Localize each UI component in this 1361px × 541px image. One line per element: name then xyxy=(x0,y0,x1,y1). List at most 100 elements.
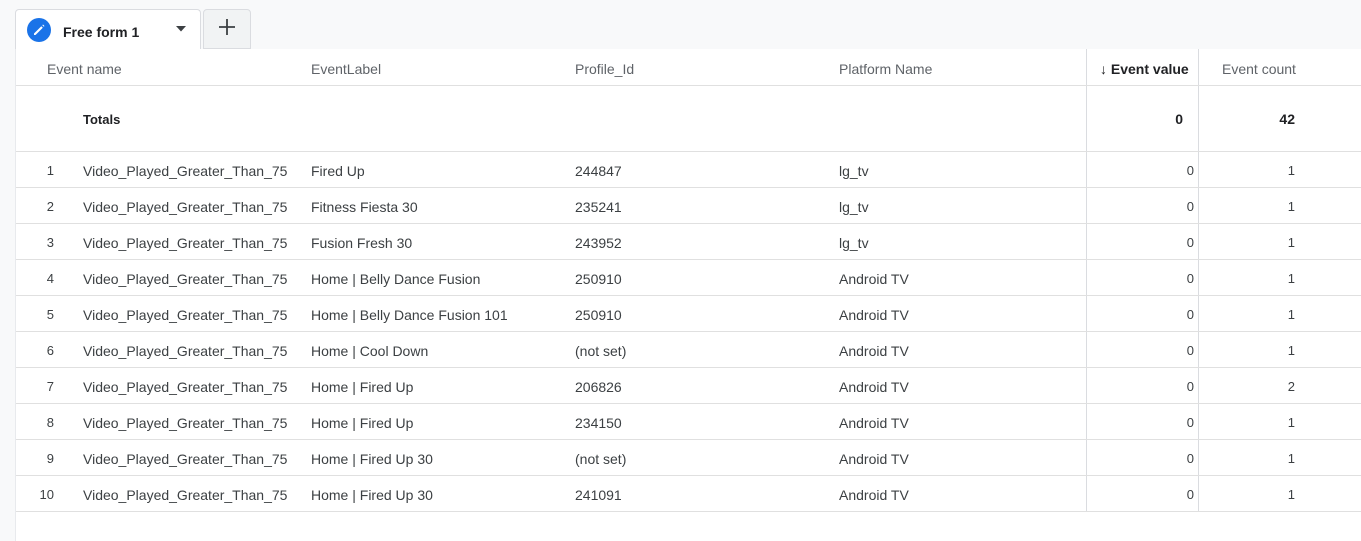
cell-profile-id: 241091 xyxy=(575,487,622,503)
cell-event-name: Video_Played_Greater_Than_75 xyxy=(83,271,288,287)
cell-profile-id: 250910 xyxy=(575,307,622,323)
sort-descending-icon: ↓ xyxy=(1100,61,1107,77)
row-index: 3 xyxy=(46,235,54,250)
row-index: 2 xyxy=(46,199,54,214)
cell-event-label: Home | Fired Up 30 xyxy=(311,451,433,467)
cell-event-name: Video_Played_Greater_Than_75 xyxy=(83,487,288,503)
table-row[interactable]: 2 Video_Played_Greater_Than_75 Fitness F… xyxy=(16,188,1361,224)
cell-event-name: Video_Played_Greater_Than_75 xyxy=(83,163,288,179)
cell-profile-id: (not set) xyxy=(575,343,627,359)
row-index: 1 xyxy=(46,163,54,178)
cell-event-count: 1 xyxy=(1287,235,1295,250)
cell-event-value: 0 xyxy=(1186,163,1194,178)
cell-platform-name: Android TV xyxy=(839,415,909,431)
cell-profile-id: 234150 xyxy=(575,415,622,431)
cell-platform-name: Android TV xyxy=(839,307,909,323)
totals-row: Totals 0 42 xyxy=(16,85,1361,152)
cell-event-count: 1 xyxy=(1287,415,1295,430)
cell-event-value: 0 xyxy=(1186,307,1194,322)
cell-event-name: Video_Played_Greater_Than_75 xyxy=(83,199,288,215)
cell-platform-name: lg_tv xyxy=(839,163,869,179)
header-event-value-label: Event value xyxy=(1110,61,1189,77)
cell-event-value: 0 xyxy=(1186,271,1194,286)
plus-icon xyxy=(218,18,236,41)
table-row[interactable]: 10 Video_Played_Greater_Than_75 Home | F… xyxy=(16,476,1361,512)
row-index: 10 xyxy=(39,487,54,502)
cell-profile-id: (not set) xyxy=(575,451,627,467)
caret-down-icon[interactable] xyxy=(174,22,188,36)
cell-event-value: 0 xyxy=(1186,487,1194,502)
cell-profile-id: 244847 xyxy=(575,163,622,179)
table-row[interactable]: 3 Video_Played_Greater_Than_75 Fusion Fr… xyxy=(16,224,1361,260)
cell-event-label: Home | Fired Up xyxy=(311,415,414,431)
cell-event-label: Fitness Fiesta 30 xyxy=(311,199,418,215)
cell-event-count: 2 xyxy=(1287,379,1295,394)
row-index: 9 xyxy=(46,451,54,466)
table-body: 1 Video_Played_Greater_Than_75 Fired Up … xyxy=(16,152,1361,512)
cell-event-value: 0 xyxy=(1186,343,1194,358)
totals-label: Totals xyxy=(83,112,121,127)
cell-event-value: 0 xyxy=(1186,451,1194,466)
cell-event-name: Video_Played_Greater_Than_75 xyxy=(83,307,288,323)
header-platform-name[interactable]: Platform Name xyxy=(839,61,932,77)
add-tab-button[interactable] xyxy=(203,9,251,49)
pencil-icon[interactable] xyxy=(27,18,51,42)
cell-event-name: Video_Played_Greater_Than_75 xyxy=(83,451,288,467)
cell-event-value: 0 xyxy=(1186,379,1194,394)
cell-event-label: Home | Cool Down xyxy=(311,343,429,359)
table-row[interactable]: 5 Video_Played_Greater_Than_75 Home | Be… xyxy=(16,296,1361,332)
cell-platform-name: Android TV xyxy=(839,451,909,467)
header-event-name[interactable]: Event name xyxy=(47,61,122,77)
cell-platform-name: lg_tv xyxy=(839,235,869,251)
cell-profile-id: 235241 xyxy=(575,199,622,215)
table-row[interactable]: 9 Video_Played_Greater_Than_75 Home | Fi… xyxy=(16,440,1361,476)
cell-event-name: Video_Played_Greater_Than_75 xyxy=(83,415,288,431)
cell-profile-id: 250910 xyxy=(575,271,622,287)
cell-event-label: Fusion Fresh 30 xyxy=(311,235,413,251)
cell-event-value: 0 xyxy=(1186,415,1194,430)
row-index: 7 xyxy=(46,379,54,394)
cell-event-label: Home | Belly Dance Fusion xyxy=(311,271,481,287)
cell-profile-id: 206826 xyxy=(575,379,622,395)
header-event-value[interactable]: ↓ Event value xyxy=(1100,61,1189,77)
cell-event-label: Home | Fired Up 30 xyxy=(311,487,433,503)
table-row[interactable]: 4 Video_Played_Greater_Than_75 Home | Be… xyxy=(16,260,1361,296)
row-index: 4 xyxy=(46,271,54,286)
cell-event-name: Video_Played_Greater_Than_75 xyxy=(83,379,288,395)
totals-event-count: 42 xyxy=(1279,111,1295,127)
cell-event-count: 1 xyxy=(1287,199,1295,214)
header-event-label[interactable]: EventLabel xyxy=(311,61,381,77)
table-header: Event name EventLabel Profile_Id Platfor… xyxy=(16,49,1361,86)
report-table: Event name EventLabel Profile_Id Platfor… xyxy=(15,49,1361,541)
table-row[interactable]: 7 Video_Played_Greater_Than_75 Home | Fi… xyxy=(16,368,1361,404)
cell-event-label: Fired Up xyxy=(311,163,365,179)
cell-event-name: Video_Played_Greater_Than_75 xyxy=(83,235,288,251)
tab-bar: Free form 1 xyxy=(0,0,1361,50)
row-index: 6 xyxy=(46,343,54,358)
row-index: 8 xyxy=(46,415,54,430)
cell-event-count: 1 xyxy=(1287,163,1295,178)
cell-platform-name: Android TV xyxy=(839,271,909,287)
table-row[interactable]: 1 Video_Played_Greater_Than_75 Fired Up … xyxy=(16,152,1361,188)
header-event-count[interactable]: Event count xyxy=(1222,61,1296,77)
cell-platform-name: Android TV xyxy=(839,379,909,395)
table-row[interactable]: 6 Video_Played_Greater_Than_75 Home | Co… xyxy=(16,332,1361,368)
cell-event-count: 1 xyxy=(1287,307,1295,322)
tab-label: Free form 1 xyxy=(63,24,140,40)
header-profile-id[interactable]: Profile_Id xyxy=(575,61,634,77)
tab-free-form-1[interactable]: Free form 1 xyxy=(15,9,201,50)
cell-profile-id: 243952 xyxy=(575,235,622,251)
cell-event-label: Home | Belly Dance Fusion 101 xyxy=(311,307,508,323)
table-row[interactable]: 8 Video_Played_Greater_Than_75 Home | Fi… xyxy=(16,404,1361,440)
cell-platform-name: lg_tv xyxy=(839,199,869,215)
cell-event-value: 0 xyxy=(1186,199,1194,214)
cell-event-count: 1 xyxy=(1287,487,1295,502)
cell-event-count: 1 xyxy=(1287,343,1295,358)
cell-event-value: 0 xyxy=(1186,235,1194,250)
cell-event-name: Video_Played_Greater_Than_75 xyxy=(83,343,288,359)
cell-event-label: Home | Fired Up xyxy=(311,379,414,395)
cell-platform-name: Android TV xyxy=(839,487,909,503)
totals-event-value: 0 xyxy=(1175,111,1183,127)
cell-platform-name: Android TV xyxy=(839,343,909,359)
cell-event-count: 1 xyxy=(1287,271,1295,286)
